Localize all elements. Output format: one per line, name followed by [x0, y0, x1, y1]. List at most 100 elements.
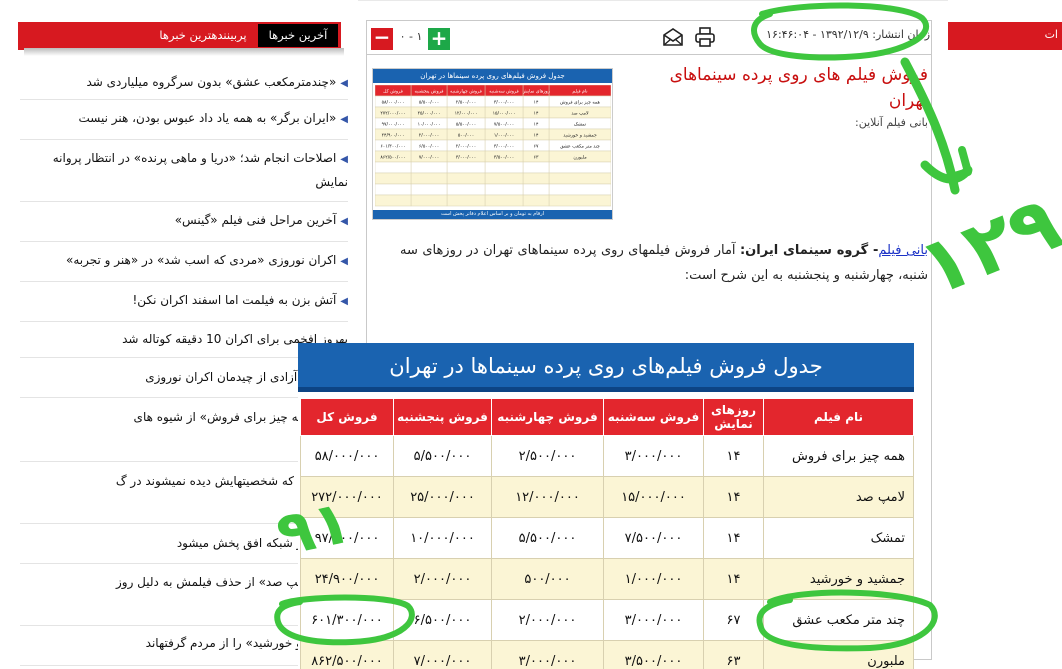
table-cell: ۱۴	[703, 435, 764, 477]
sales-table-thumbnail[interactable]: جدول فروش فیلم‌های روی پرده سینماها در ت…	[372, 68, 613, 220]
thumbnail-cell-text: ۲۴/۹۰۰/۰۰۰	[382, 133, 405, 139]
table-cell: ۱۰/۰۰۰/۰۰۰	[393, 517, 492, 559]
table-cell: ۱۴	[703, 517, 764, 559]
thumbnail-cell	[446, 161, 486, 174]
publish-label: زمان انتشار:	[872, 28, 930, 41]
table-row: همه چیز برای فروش ۱۴ ۳/۰۰۰/۰۰۰ ۲/۵۰۰/۰۰۰ ۵/۵…	[300, 435, 914, 477]
article-source: بانی فیلم آنلاین:	[855, 116, 928, 129]
table-cell: ۸۶۲/۵۰۰/۰۰۰	[300, 640, 394, 669]
bullet-icon: ◀	[340, 78, 348, 89]
table-cell: ۲۵/۰۰۰/۰۰۰	[393, 476, 492, 518]
film-name-cell: تمشک	[763, 517, 914, 559]
publish-value: ۱۳۹۲/۱۲/۹ - ۱۶:۴۶:۰۴	[766, 28, 869, 41]
news-link[interactable]: «چندمترمکعب عشق» بدون سرگروه میلیاردی شد	[87, 75, 337, 89]
thumbnail-cell	[375, 161, 412, 174]
source-link[interactable]: بانی فیلم	[878, 243, 928, 258]
sales-table: نام فیلم روزهای نمایش فروش سه‌شنبه فروش چها…	[300, 398, 914, 669]
table-cell: ۳/۰۰۰/۰۰۰	[603, 435, 704, 477]
thumbnail-cell	[484, 161, 524, 174]
bullet-icon: ◀	[340, 296, 348, 307]
thumbnail-cell-text: ۳/۵۰۰/۰۰۰	[494, 155, 514, 161]
table-cell: ۱۴	[703, 476, 764, 518]
thumbnail-cell-text: ۲۷۲/۰۰۰/۰۰۰	[380, 111, 405, 117]
table-cell: ۱/۰۰۰/۰۰۰	[603, 558, 704, 600]
article-body: بانی فیلم- گروه سینمای ایران: آمار فروش …	[400, 238, 928, 288]
thumbnail-cell	[522, 161, 550, 174]
bullet-icon: ◀	[340, 154, 348, 165]
table-cell: ۳/۰۰۰/۰۰۰	[603, 599, 704, 641]
right-panel-header-text: ات	[1044, 28, 1058, 41]
table-cell: ۶۰۱/۳۰۰/۰۰۰	[300, 599, 394, 641]
thumbnail-cell-text: ۶/۵۰۰/۰۰۰	[419, 144, 439, 150]
email-icon[interactable]	[662, 26, 684, 48]
news-link[interactable]: اکران نوروزی «مردی که اسب شد» در «هنر و …	[66, 253, 336, 267]
thumbnail-cell-text: ۵۸/۰۰۰/۰۰۰	[382, 100, 405, 106]
tab-most-viewed[interactable]: پربینندهترین خبرها	[150, 24, 256, 47]
table-cell: ۲/۵۰۰/۰۰۰	[491, 435, 604, 477]
thumbnail-cell	[446, 183, 486, 196]
minus-icon[interactable]: −	[371, 27, 393, 50]
thumbnail-cell-text: جمشید و خورشید	[563, 134, 597, 139]
tab-latest-news[interactable]: آخرین خبرها	[258, 24, 338, 47]
thumbnail-cell-text: فروش کل	[383, 89, 403, 95]
rating-counter: ۰ - ۱	[399, 30, 423, 43]
thumbnail-cell-text: ملبورن	[573, 156, 587, 161]
thumbnail-cell-text: ۱۴	[534, 134, 539, 139]
thumbnail-footer: ارقام به تومان و بر اساس اعلام دفاتر پخش…	[373, 210, 612, 219]
thumbnail-cell-text: ۸۶۲/۵۰۰/۰۰۰	[380, 155, 405, 161]
table-cell: ۶۳	[703, 640, 764, 669]
table-cell: ۷/۰۰۰/۰۰۰	[393, 640, 492, 669]
publish-time: زمان انتشار: ۱۳۹۲/۱۲/۹ - ۱۶:۴۶:۰۴	[730, 28, 930, 46]
table-cell: ۱۴	[703, 558, 764, 600]
thumbnail-cell-text: نام فیلم	[572, 90, 587, 95]
table-cell: ۱۵/۰۰۰/۰۰۰	[603, 476, 704, 518]
print-icon[interactable]	[694, 26, 716, 48]
table-cell: ۲/۰۰۰/۰۰۰	[491, 599, 604, 641]
news-item[interactable]: ◀ «ایران برگر» به همه یاد داد عبوس بودن، …	[20, 100, 348, 140]
thumbnail-cell-text: تمشک	[574, 122, 587, 128]
thumbnail-cell	[375, 183, 412, 196]
table-title: جدول فروش فیلم‌های روی پرده سینماها در ت…	[298, 343, 914, 390]
table-cell: ۵/۵۰۰/۰۰۰	[393, 435, 492, 477]
thumbnail-title: جدول فروش فیلم‌های روی پرده سینماها در ت…	[373, 69, 612, 83]
table-cell: ۲۷۲/۰۰۰/۰۰۰	[300, 476, 394, 518]
thumbnail-cell-text: ۵/۵۰۰/۰۰۰	[419, 100, 439, 106]
news-link[interactable]: اصلاحات انجام شد؛ «دریا و ماهی پرنده» در…	[53, 151, 348, 189]
thumbnail-cell-text: ۱۴	[534, 101, 539, 106]
thumbnail-cell-text: ۵۰۰/۰۰۰	[458, 133, 474, 139]
news-link[interactable]: آخرین مراحل فنی فیلم «گینس»	[175, 213, 337, 227]
thumbnail-cell-text: ۱۰/۰۰۰/۰۰۰	[418, 122, 441, 128]
sales-table-zoom: جدول فروش فیلم‌های روی پرده سینماها در ت…	[298, 343, 914, 669]
thumbnail-cell-text: ۶۷	[534, 145, 539, 150]
news-item[interactable]: ◀ اکران نوروزی «مردی که اسب شد» در «هنر و…	[20, 242, 348, 282]
news-item[interactable]: ◀آخرین مراحل فنی فیلم «گینس»	[20, 202, 348, 242]
thumbnail-cell-text: چند متر مکعب عشق	[560, 144, 600, 150]
news-item[interactable]: ◀«چندمترمکعب عشق» بدون سرگروه میلیاردی ش…	[20, 66, 348, 100]
news-link[interactable]: «ایران برگر» به همه یاد داد عبوس بودن، ه…	[78, 111, 336, 125]
thumbnail-cell-text: ۱۴	[534, 112, 539, 117]
thumbnail-cell	[548, 161, 611, 174]
table-cell: ۳/۰۰۰/۰۰۰	[491, 640, 604, 669]
table-cell: ۳/۵۰۰/۰۰۰	[603, 640, 704, 669]
table-title-shade	[298, 387, 914, 392]
table-cell: ۵۰۰/۰۰۰	[491, 558, 604, 600]
table-header-cell: فروش کل	[300, 398, 394, 436]
thumbnail-cell	[484, 172, 524, 185]
news-item[interactable]: ◀آتش بزن به فیلمت اما اسفند اکران نکن!	[20, 282, 348, 322]
thumbnail-cell-text: ۲/۵۰۰/۰۰۰	[456, 100, 476, 106]
thumbnail-cell	[522, 194, 550, 207]
thumbnail-cell	[484, 194, 524, 207]
thumbnail-cell-text: ۲/۰۰۰/۰۰۰	[456, 144, 476, 150]
table-header-row: نام فیلم روزهای نمایش فروش سه‌شنبه فروش چها…	[300, 398, 914, 436]
news-link[interactable]: آتش بزن به فیلمت اما اسفند اکران نکن!	[133, 293, 337, 307]
table-cell: ۵۸/۰۰۰/۰۰۰	[300, 435, 394, 477]
plus-icon[interactable]: +	[428, 28, 450, 50]
news-item[interactable]: ◀اصلاحات انجام شد؛ «دریا و ماهی پرنده» د…	[20, 140, 348, 202]
thumbnail-cell	[375, 172, 412, 185]
table-cell: ۶/۵۰۰/۰۰۰	[393, 599, 492, 641]
thumbnail-cell-text: ۵/۵۰۰/۰۰۰	[456, 122, 476, 128]
table-cell: ۲۴/۹۰۰/۰۰۰	[300, 558, 394, 600]
thumbnail-cell-text: ۱/۰۰۰/۰۰۰	[494, 133, 514, 139]
thumbnail-cell-text: فروش سه‌شنبه	[489, 90, 518, 95]
thumbnail-cell-text: ۳/۰۰۰/۰۰۰	[494, 100, 514, 106]
